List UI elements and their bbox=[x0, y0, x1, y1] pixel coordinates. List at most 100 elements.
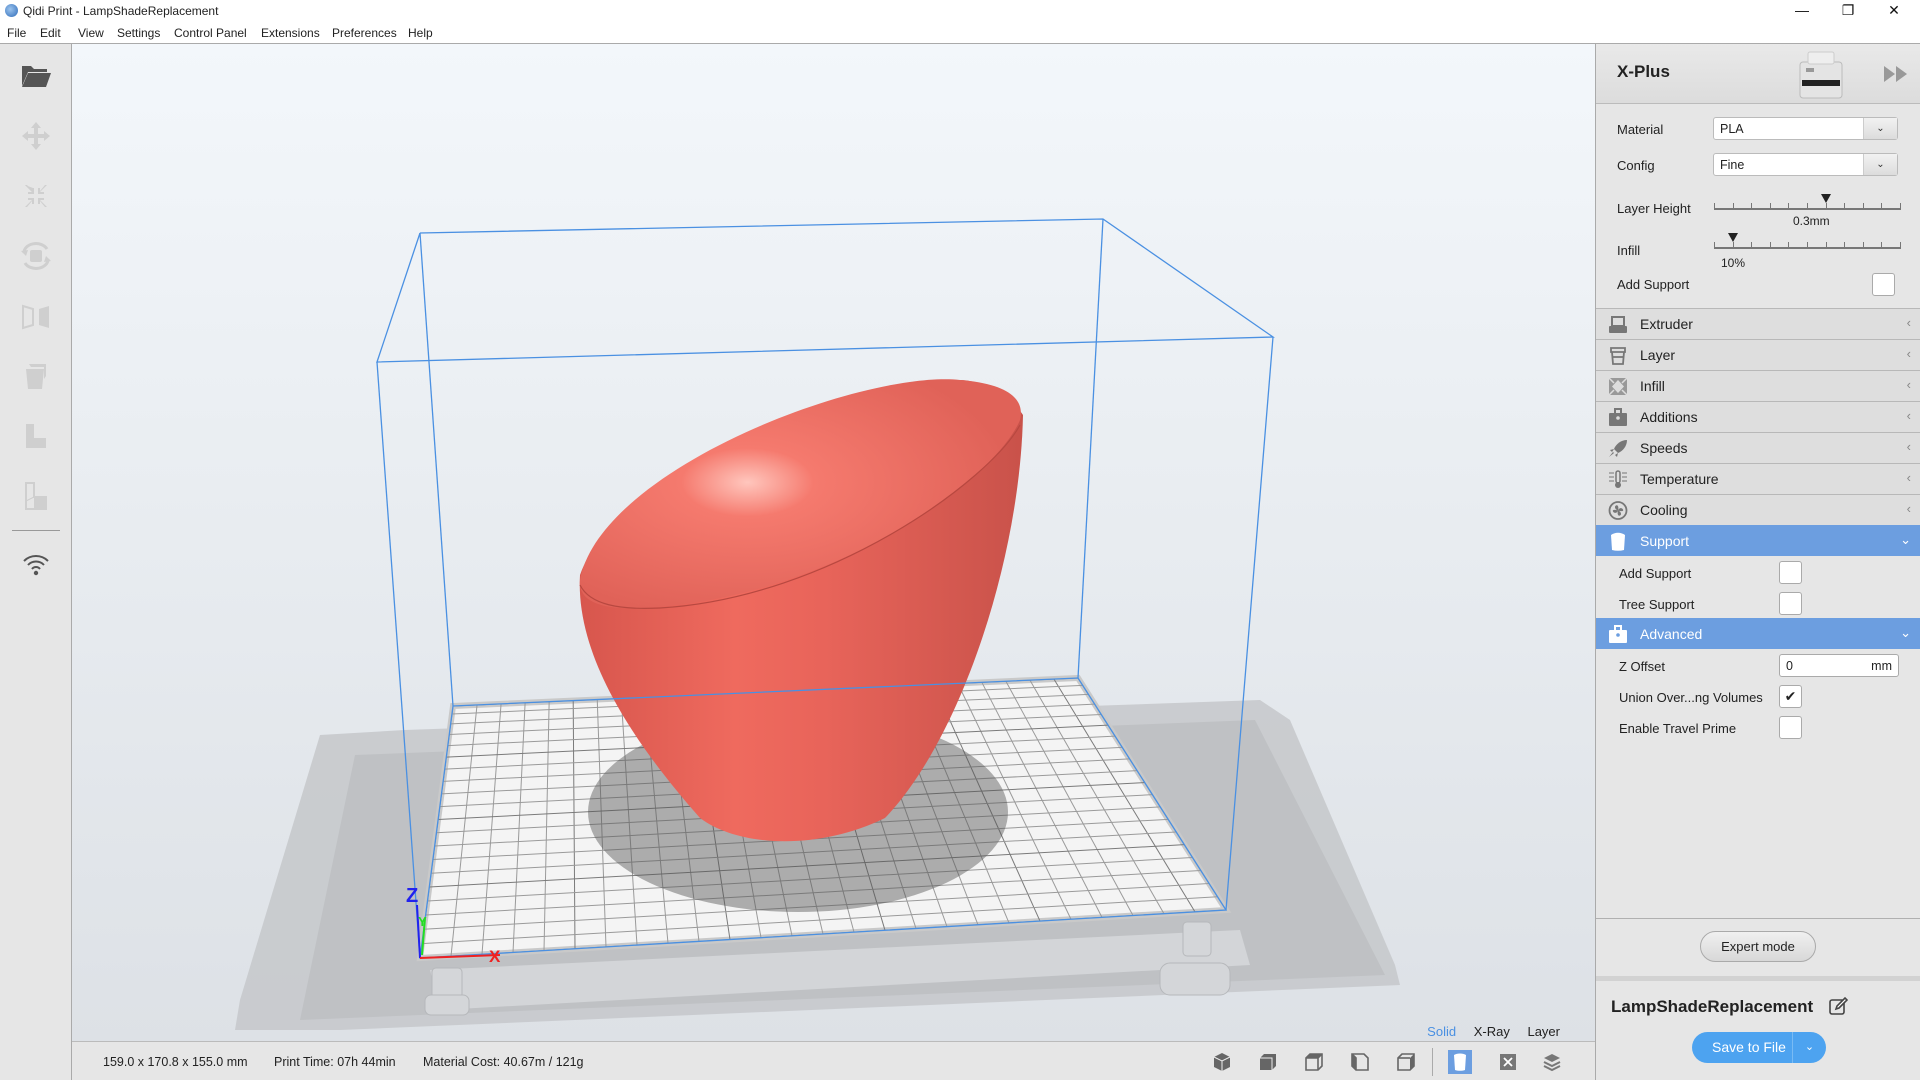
support-blocker-icon bbox=[26, 424, 46, 448]
camera-left-button[interactable] bbox=[1348, 1050, 1372, 1074]
config-select[interactable]: Fine ⌄ bbox=[1713, 153, 1898, 176]
section-label: Temperature bbox=[1640, 471, 1719, 487]
view-mode-solid[interactable]: Solid bbox=[1427, 1024, 1456, 1039]
menu-preferences[interactable]: Preferences bbox=[332, 26, 397, 40]
open-file-button[interactable] bbox=[18, 57, 54, 93]
minimize-button[interactable]: — bbox=[1779, 0, 1825, 22]
slider-tick bbox=[1751, 242, 1752, 248]
layer-height-slider[interactable] bbox=[1714, 194, 1901, 212]
layer-icon bbox=[1610, 347, 1626, 365]
folder-open-icon bbox=[22, 66, 51, 87]
panel-divider bbox=[1596, 918, 1920, 919]
print-settings-panel: X-Plus Material PLA ⌄ Config Fine ⌄ Laye… bbox=[1595, 44, 1920, 1080]
section-label: Extruder bbox=[1640, 316, 1693, 332]
section-extruder[interactable]: Extruder ‹ bbox=[1596, 308, 1920, 339]
section-speeds[interactable]: Speeds ‹ bbox=[1596, 432, 1920, 463]
menu-file[interactable]: File bbox=[7, 26, 26, 40]
slider-tick bbox=[1863, 242, 1864, 248]
add-support-label: Add Support bbox=[1617, 277, 1690, 292]
section-additions[interactable]: Additions ‹ bbox=[1596, 401, 1920, 432]
slider-tick bbox=[1807, 242, 1808, 248]
save-options-dropdown[interactable]: ⌄ bbox=[1792, 1032, 1826, 1063]
menu-edit[interactable]: Edit bbox=[40, 26, 61, 40]
edit-name-icon[interactable] bbox=[1828, 996, 1848, 1016]
menu-view[interactable]: View bbox=[78, 26, 104, 40]
view-mode-layer[interactable]: Layer bbox=[1527, 1024, 1560, 1039]
infill-slider[interactable] bbox=[1714, 233, 1901, 251]
camera-top-button[interactable] bbox=[1302, 1050, 1326, 1074]
rotate-tool[interactable] bbox=[18, 238, 54, 274]
view-mode-xray[interactable]: X-Ray bbox=[1474, 1024, 1510, 1039]
camera-front-button[interactable] bbox=[1256, 1050, 1280, 1074]
slider-tick bbox=[1788, 242, 1789, 248]
xray-view-button[interactable] bbox=[1496, 1050, 1520, 1074]
advanced-icon bbox=[1609, 625, 1627, 643]
section-label: Cooling bbox=[1640, 502, 1688, 518]
support-eraser-tool[interactable] bbox=[18, 478, 54, 514]
section-label: Infill bbox=[1640, 378, 1665, 394]
collapse-panel-icon[interactable] bbox=[1883, 65, 1909, 83]
per-model-settings-tool[interactable] bbox=[18, 358, 54, 394]
menu-extensions[interactable]: Extensions bbox=[261, 26, 320, 40]
chevron-down-icon: ⌄ bbox=[1863, 154, 1897, 175]
menu-help[interactable]: Help bbox=[408, 26, 433, 40]
infill-icon bbox=[1608, 377, 1628, 396]
wifi-button[interactable] bbox=[18, 547, 54, 583]
3d-viewport[interactable]: Z Y X Solid X-Ray Layer bbox=[72, 44, 1595, 1041]
section-support[interactable]: Support ⌄ bbox=[1596, 525, 1920, 556]
section-advanced[interactable]: Advanced ⌄ bbox=[1596, 618, 1920, 649]
infill-label: Infill bbox=[1617, 243, 1641, 258]
title-bar: Qidi Print - LampShadeReplacement — ❐ ✕ bbox=[0, 0, 1920, 22]
scale-icon bbox=[25, 185, 47, 207]
union-volumes-checkbox[interactable]: ✔ bbox=[1779, 685, 1802, 708]
slider-thumb[interactable] bbox=[1821, 194, 1832, 203]
layer-view-button[interactable] bbox=[1540, 1050, 1564, 1074]
close-button[interactable]: ✕ bbox=[1871, 0, 1917, 22]
panel-divider bbox=[1596, 976, 1920, 981]
camera-right-button[interactable] bbox=[1394, 1050, 1418, 1074]
chevron-left-icon: ‹ bbox=[1906, 501, 1911, 516]
view-mode-switcher: Solid X-Ray Layer bbox=[1413, 1024, 1560, 1039]
slider-tick bbox=[1807, 203, 1808, 209]
tree-support-label: Tree Support bbox=[1619, 597, 1695, 612]
layer-height-value: 0.3mm bbox=[1793, 214, 1830, 228]
view-divider bbox=[1432, 1048, 1433, 1076]
material-value: PLA bbox=[1720, 122, 1744, 136]
support-blocker-tool[interactable] bbox=[18, 418, 54, 454]
mirror-tool[interactable] bbox=[18, 298, 54, 334]
extruder-icon bbox=[1609, 316, 1627, 333]
window-title: Qidi Print - LampShadeReplacement bbox=[23, 4, 219, 18]
menu-settings[interactable]: Settings bbox=[117, 26, 160, 40]
save-to-file-button[interactable]: Save to File ⌄ bbox=[1692, 1032, 1826, 1063]
menu-control-panel[interactable]: Control Panel bbox=[174, 26, 247, 40]
solid-view-button[interactable] bbox=[1448, 1050, 1472, 1074]
move-tool[interactable] bbox=[18, 118, 54, 154]
chevron-left-icon: ‹ bbox=[1906, 408, 1911, 423]
scale-tool[interactable] bbox=[18, 178, 54, 214]
section-temperature[interactable]: Temperature ‹ bbox=[1596, 463, 1920, 494]
slider-tick bbox=[1900, 242, 1901, 248]
slider-thumb[interactable] bbox=[1727, 233, 1738, 242]
section-layer[interactable]: Layer ‹ bbox=[1596, 339, 1920, 370]
printer-name: X-Plus bbox=[1617, 62, 1670, 81]
z-offset-value: 0 bbox=[1786, 659, 1793, 673]
material-select[interactable]: PLA ⌄ bbox=[1713, 117, 1898, 140]
z-offset-unit: mm bbox=[1871, 659, 1892, 673]
chevron-left-icon: ‹ bbox=[1906, 377, 1911, 392]
support-add-checkbox[interactable] bbox=[1779, 561, 1802, 584]
z-offset-label: Z Offset bbox=[1619, 659, 1665, 674]
expert-mode-button[interactable]: Expert mode bbox=[1700, 931, 1816, 962]
section-infill[interactable]: Infill ‹ bbox=[1596, 370, 1920, 401]
layers-icon bbox=[1543, 1054, 1561, 1072]
restore-button[interactable]: ❐ bbox=[1825, 0, 1871, 22]
section-cooling[interactable]: Cooling ‹ bbox=[1596, 494, 1920, 525]
camera-3d-button[interactable] bbox=[1210, 1050, 1234, 1074]
tree-support-checkbox[interactable] bbox=[1779, 592, 1802, 615]
add-support-checkbox[interactable] bbox=[1872, 273, 1895, 296]
section-label: Speeds bbox=[1640, 440, 1688, 456]
scene-canvas[interactable]: Z Y X bbox=[72, 44, 1595, 1041]
z-offset-input[interactable]: 0 mm bbox=[1779, 654, 1899, 677]
y-axis-label: Y bbox=[418, 914, 427, 929]
chevron-left-icon: ‹ bbox=[1906, 346, 1911, 361]
travel-prime-checkbox[interactable] bbox=[1779, 716, 1802, 739]
